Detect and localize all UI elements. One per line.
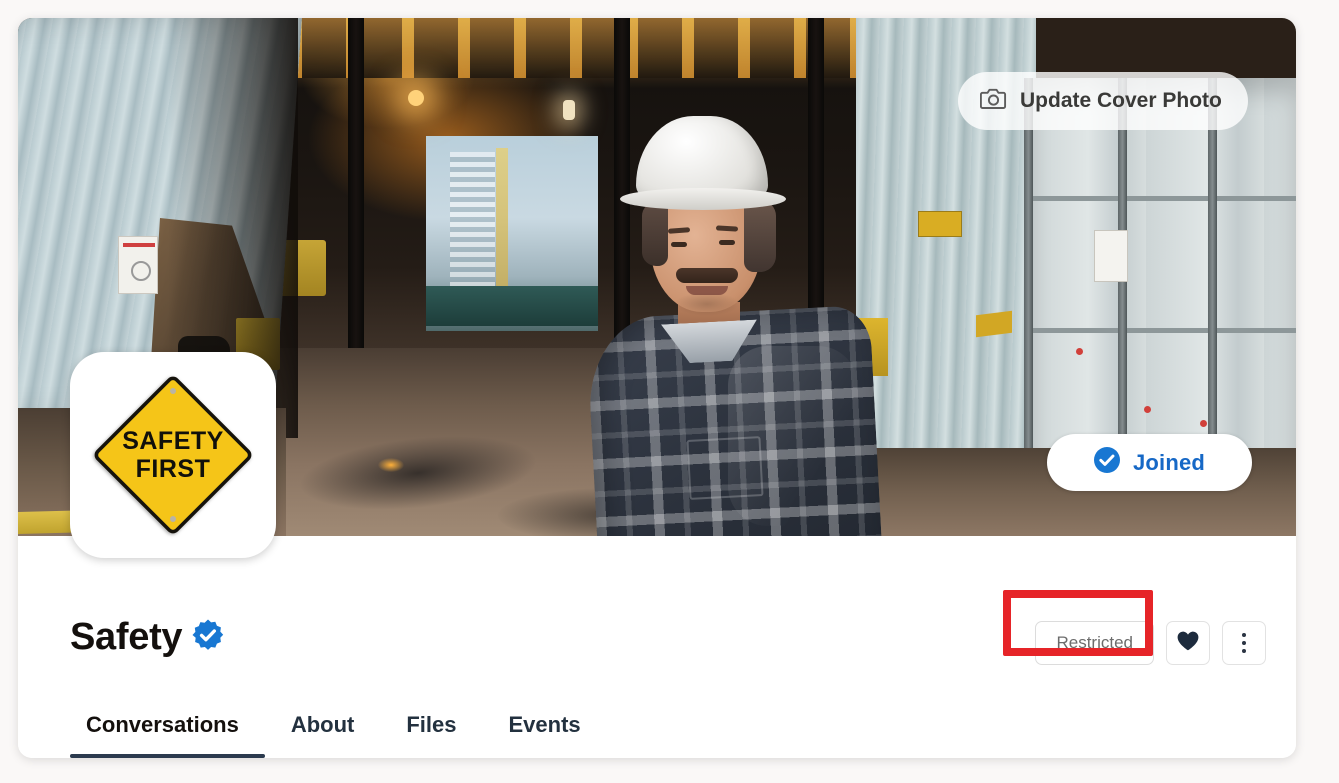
hair [744,200,776,272]
eyebrow [716,225,738,231]
red-marker-dot [1144,406,1151,413]
group-info-bar: Safety Restricted [18,536,1296,758]
group-actions: Restricted [1035,621,1266,665]
eye [671,242,687,247]
eye [719,240,735,245]
door-post [1208,78,1217,478]
yellow-warning-sign [976,311,1012,337]
heart-icon [1176,630,1200,657]
overhead-lamp [408,90,424,106]
joined-button[interactable]: Joined [1047,434,1252,491]
pipe-coil [1056,18,1176,62]
more-options-button[interactable] [1222,621,1266,665]
group-name: Safety [70,616,182,659]
sign-line-1: SAFETY [122,428,224,454]
update-cover-photo-label: Update Cover Photo [1020,89,1222,113]
red-marker-dot [1076,348,1083,355]
check-circle-icon [1094,447,1120,478]
tab-files[interactable]: Files [380,712,482,758]
structural-column [348,18,364,388]
favorite-button[interactable] [1166,621,1210,665]
hair [642,202,668,266]
group-profile-card: Update Cover Photo Joined SAFETY FIRST [18,18,1296,758]
safety-first-sign: SAFETY FIRST [92,374,254,536]
group-avatar[interactable]: SAFETY FIRST [70,352,276,558]
joined-label: Joined [1133,450,1205,476]
tab-about[interactable]: About [265,712,381,758]
yellow-warning-sign [918,211,962,237]
floor-reflection [378,458,404,472]
door-post [1024,78,1033,478]
moustache [676,268,738,283]
sliding-doors [1028,78,1296,478]
group-title: Safety [70,616,225,659]
shirt-pocket [686,436,763,500]
group-tabs: Conversations About Files Events [70,686,607,758]
chin-shadow [674,292,740,316]
door-notice-sign [1094,230,1128,282]
restricted-button[interactable]: Restricted [1035,621,1154,665]
camera-icon [980,87,1007,115]
tab-conversations[interactable]: Conversations [70,712,265,758]
red-marker-dot [1200,420,1207,427]
kebab-menu-icon [1242,633,1246,653]
wall-notice-label [118,236,158,294]
sign-text: SAFETY FIRST [92,374,254,536]
hard-hat-brim [620,188,786,210]
update-cover-photo-button[interactable]: Update Cover Photo [958,72,1248,130]
tab-events[interactable]: Events [483,712,607,758]
crane-silhouette [496,148,508,298]
verified-badge-icon [191,618,225,657]
worker-figure [558,116,878,536]
sign-line-2: FIRST [136,456,211,482]
